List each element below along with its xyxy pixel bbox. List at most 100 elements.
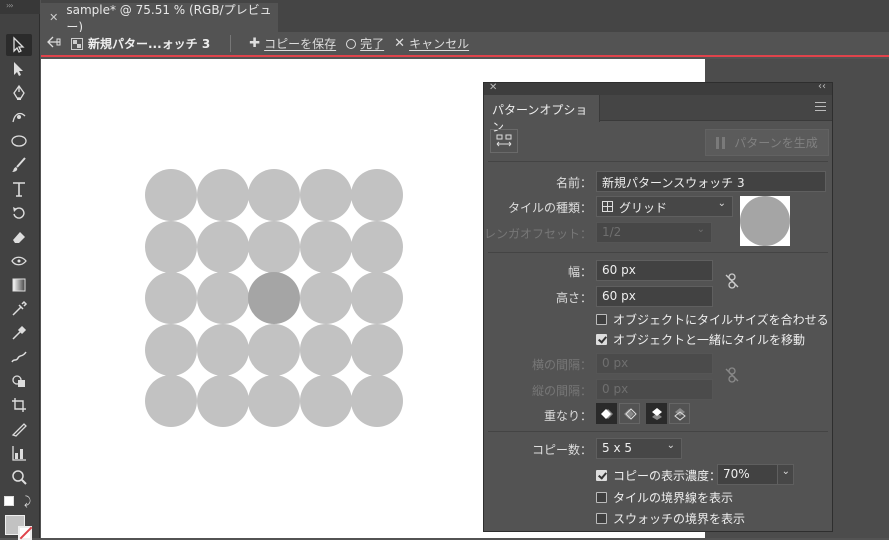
gradient-tool-icon[interactable] [6, 274, 32, 296]
chevron-down-icon: ⌄ [696, 224, 705, 235]
close-panel-icon[interactable]: ✕ [489, 82, 497, 93]
pattern-tile-copy [351, 272, 403, 324]
pen-tool-icon[interactable] [6, 82, 32, 104]
h-spacing-field[interactable]: 0 px [596, 353, 713, 374]
rotate-tool-icon[interactable] [6, 202, 32, 224]
isolation-name: 新規パター...ォッチ 3 [88, 37, 211, 51]
pattern-tile-copy [248, 220, 300, 273]
checkbox-checked-icon [596, 470, 607, 481]
brick-offset-dropdown[interactable]: 1/2 ⌄ [596, 222, 712, 243]
generate-pattern-button[interactable]: パターンを生成 [705, 129, 829, 156]
checkbox-unchecked-icon [596, 513, 607, 524]
pattern-tile-copy [196, 323, 249, 376]
overlap-top-front-icon[interactable] [646, 403, 667, 424]
width-field[interactable]: 60 px [596, 260, 713, 281]
swap-colors-icon[interactable]: ⤸ [24, 494, 31, 509]
direct-selection-icon[interactable] [6, 58, 32, 80]
pattern-tile-copy [196, 169, 249, 221]
pattern-tile-copy [351, 220, 403, 273]
back-arrow-icon[interactable] [47, 36, 63, 51]
paintbrush-tool-icon[interactable] [6, 154, 32, 176]
pattern-tile-copy [145, 375, 197, 427]
divider [230, 35, 232, 52]
chevron-down-icon: ⌄ [666, 440, 675, 451]
toolbar-grip[interactable]: ››› [0, 0, 40, 14]
mesh-tool-icon[interactable] [6, 298, 32, 320]
cancel-button[interactable]: ✕ キャンセル [394, 35, 469, 52]
pattern-options-panel: ✕ ‹‹ パターンオプション パターンを生成 名前： 新規パターンスウォッチ 3… [483, 81, 833, 532]
chevron-down-icon: ⌄ [717, 198, 726, 209]
document-tab[interactable]: ✕ sample* @ 75.51 % (RGB/プレビュー) [41, 3, 278, 34]
save-copy-button[interactable]: ✚ コピーを保存 [249, 35, 336, 52]
grid-icon [602, 201, 613, 212]
overlap-bottom-front-icon[interactable] [669, 403, 690, 424]
pattern-tile-copy [299, 272, 352, 324]
show-swatch-bounds-checkbox[interactable]: スウォッチの境界を表示 [596, 510, 745, 527]
h-spacing-label: 横の間隔： [531, 358, 592, 372]
slice-tool-icon[interactable] [6, 418, 32, 440]
zoom-tool-icon[interactable] [6, 466, 32, 488]
pattern-tile-copy [299, 220, 352, 273]
selection-tool-icon[interactable] [6, 34, 32, 56]
divider [488, 431, 828, 432]
v-spacing-field[interactable]: 0 px [596, 379, 713, 400]
pattern-name-field[interactable]: 新規パターンスウォッチ 3 [596, 171, 826, 192]
type-tool-icon[interactable] [6, 178, 32, 200]
divider [488, 161, 828, 162]
pattern-tile-copy [299, 169, 352, 221]
curvature-tool-icon[interactable] [6, 106, 32, 128]
artboard-tool-icon[interactable] [6, 394, 32, 416]
link-broken-icon[interactable] [723, 366, 741, 384]
dim-copies-value-field[interactable]: 70% [717, 464, 778, 485]
tile-editor-button[interactable] [490, 129, 518, 153]
tile-type-dropdown[interactable]: グリッド ⌄ [596, 196, 733, 217]
blend-tool-icon[interactable] [6, 346, 32, 368]
default-colors-icon[interactable] [4, 496, 14, 506]
pattern-tile-copy [145, 169, 197, 221]
tile-preview [740, 196, 790, 246]
panel-header: パターンオプション [484, 95, 832, 134]
move-tile-checkbox[interactable]: オブジェクトと一緒にタイルを移動 [596, 331, 805, 348]
eraser-tool-icon[interactable] [6, 226, 32, 248]
graph-tool-icon[interactable] [6, 442, 32, 464]
close-icon: ✕ [394, 36, 406, 51]
pattern-tile-copy [248, 375, 300, 427]
overlap-left-front-icon[interactable] [596, 403, 617, 424]
pattern-tile-copy [248, 323, 300, 376]
checkbox-unchecked-icon [596, 492, 607, 503]
pattern-tile-copy [299, 323, 352, 376]
done-button[interactable]: 完了 [346, 35, 384, 52]
tile-tool-icon [496, 134, 512, 147]
pattern-tile-original[interactable] [248, 272, 300, 324]
pattern-tile-copy [248, 169, 300, 221]
overlap-right-front-icon[interactable] [619, 403, 640, 424]
height-field[interactable]: 60 px [596, 286, 713, 307]
eyedropper-tool-icon[interactable] [6, 322, 32, 344]
tab-pattern-options[interactable]: パターンオプション [484, 95, 600, 134]
copies-dropdown[interactable]: 5 x 5 ⌄ [596, 438, 682, 459]
dim-copies-dropdown[interactable]: ⌄ [777, 464, 794, 485]
fit-tile-checkbox[interactable]: オブジェクトにタイルサイズを合わせる [596, 311, 829, 328]
name-label: 名前： [555, 176, 592, 190]
shape-builder-tool-icon[interactable] [6, 370, 32, 392]
chevron-down-icon: ⌄ [781, 466, 790, 477]
tile-type-label: タイルの種類： [507, 201, 592, 215]
pattern-tile-copy [299, 375, 352, 427]
collapse-panel-icon[interactable]: ‹‹ [818, 81, 826, 92]
pattern-tile-copy [145, 323, 197, 376]
tile-preview-circle [740, 196, 790, 246]
divider [488, 252, 828, 253]
isolation-mode-bar: 新規パター...ォッチ 3 ✚ コピーを保存 完了 ✕ キャンセル [41, 32, 889, 57]
panel-menu-icon[interactable] [815, 102, 826, 114]
panel-title-bar[interactable]: ✕ ‹‹ [484, 81, 832, 95]
pattern-tile-copy [351, 169, 403, 221]
dim-copies-checkbox[interactable]: コピーの表示濃度： [596, 467, 721, 484]
width-tool-icon[interactable] [6, 250, 32, 272]
ellipse-tool-icon[interactable] [6, 130, 32, 152]
checkbox-checked-icon [596, 334, 607, 345]
pattern-tile-copy [196, 220, 249, 273]
link-broken-icon[interactable] [723, 272, 741, 290]
show-tile-edge-checkbox[interactable]: タイルの境界線を表示 [596, 489, 733, 506]
close-tab-icon[interactable]: ✕ [47, 11, 60, 24]
copies-label: コピー数： [531, 443, 592, 457]
